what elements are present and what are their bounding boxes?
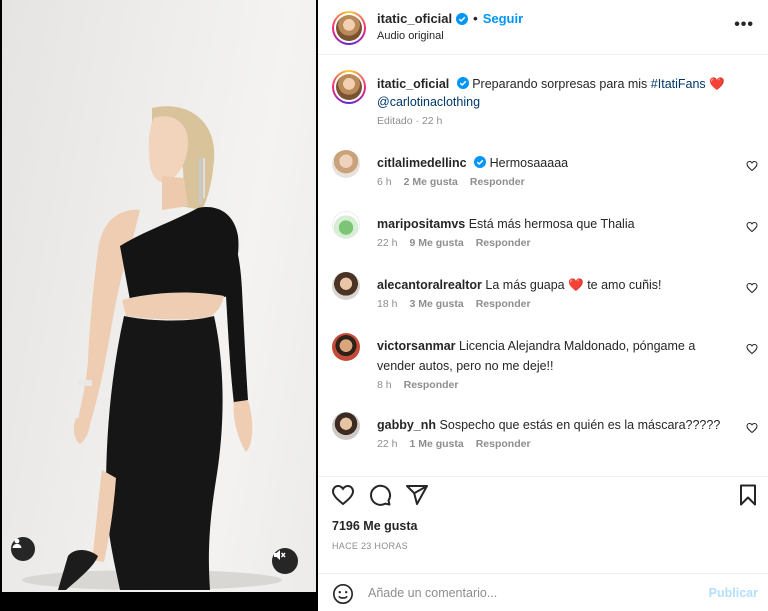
verified-badge-icon (456, 77, 469, 89)
comment-likes[interactable]: 3 Me gusta (409, 298, 463, 310)
more-options-button[interactable]: ••• (734, 16, 754, 34)
heart-outline-icon[interactable] (746, 160, 758, 172)
video-frame[interactable] (2, 0, 316, 592)
comment-text: citlalimedellinc Hermosaaaaa (377, 153, 727, 173)
heart-outline-icon[interactable] (746, 282, 758, 294)
commenter-avatar[interactable] (332, 272, 360, 300)
heart-outline-icon[interactable] (746, 221, 758, 233)
caption-body: Preparando sorpresas para mis (472, 77, 648, 91)
comment-text: gabby_nh Sospecho que estás en quién es … (377, 415, 727, 435)
reply-button[interactable]: Responder (476, 237, 531, 249)
post-side-panel: itatic_oficial • Seguir Audio original •… (318, 0, 768, 611)
comment-body: Hermosaaaaa (489, 156, 569, 170)
smiley-icon[interactable] (332, 583, 354, 605)
header-separator: • (473, 11, 478, 26)
follow-button[interactable]: Seguir (483, 11, 523, 26)
bookmark-icon[interactable] (736, 483, 760, 507)
comment-meta: 8 h Responder (377, 379, 458, 391)
commenter-avatar[interactable] (332, 150, 360, 178)
caption-text: itatic_oficial Preparando sorpresas para… (377, 75, 737, 111)
commenter-avatar[interactable] (332, 412, 360, 440)
post-header: itatic_oficial • Seguir Audio original •… (318, 0, 768, 55)
heart-outline-icon[interactable] (746, 422, 758, 434)
post-actions: 7196 Me gusta HACE 23 HORAS Publicar (318, 476, 768, 611)
comment-text: alecantoralrealtor La más guapa ❤️ te am… (377, 275, 727, 295)
comment-time: 6 h (377, 176, 392, 188)
speaker-muted-icon (274, 550, 286, 560)
publish-button[interactable]: Publicar (709, 586, 758, 600)
comment-time: 22 h (377, 438, 398, 450)
comment-meta: 22 h 1 Me gusta Responder (377, 438, 531, 450)
video-still (22, 106, 282, 590)
caption-username[interactable]: itatic_oficial (377, 77, 449, 91)
comment-body-end: te amo cuñis! (587, 278, 662, 292)
audio-label[interactable]: Audio original (377, 30, 444, 42)
post-media (0, 0, 318, 611)
caption-hashtag[interactable]: #ItatiFans (651, 77, 706, 91)
comment-text: maripositamvs Está más hermosa que Thali… (377, 214, 727, 234)
post-timestamp: HACE 23 HORAS (332, 541, 408, 551)
verified-badge-icon (474, 156, 487, 168)
author-avatar[interactable] (332, 11, 366, 45)
reply-button[interactable]: Responder (404, 379, 459, 391)
comment-username[interactable]: victorsanmar (377, 339, 456, 353)
comment-time: 8 h (377, 379, 392, 391)
user-tag-icon (12, 538, 22, 548)
add-comment-bar: Publicar (318, 573, 768, 611)
comment-meta: 22 h 9 Me gusta Responder (377, 237, 531, 249)
heart-outline-icon[interactable] (331, 483, 355, 507)
author-row: itatic_oficial • Seguir (377, 11, 523, 26)
comment-body: La más guapa (485, 278, 565, 292)
comment-meta: 6 h 2 Me gusta Responder (377, 176, 525, 188)
comment-likes[interactable]: 1 Me gusta (409, 438, 463, 450)
commenter-avatar[interactable] (332, 211, 360, 239)
comment-likes[interactable]: 2 Me gusta (404, 176, 458, 188)
commenter-avatar[interactable] (332, 333, 360, 361)
comment-time: 22 h (377, 237, 398, 249)
likes-count[interactable]: 7196 Me gusta (332, 519, 417, 533)
comment-username[interactable]: gabby_nh (377, 418, 436, 432)
caption-heart-emoji: ❤️ (709, 77, 725, 91)
caption-mention[interactable]: @carlotinaclothing (377, 95, 480, 109)
comment-body: Sospecho que estás en quién es la máscar… (439, 418, 721, 432)
verified-badge-icon (456, 12, 469, 25)
reply-button[interactable]: Responder (476, 438, 531, 450)
comment-username[interactable]: alecantoralrealtor (377, 278, 482, 292)
reply-button[interactable]: Responder (476, 298, 531, 310)
heart-outline-icon[interactable] (746, 343, 758, 355)
comment-bubble-icon[interactable] (368, 483, 392, 507)
comment-likes[interactable]: 9 Me gusta (409, 237, 463, 249)
comment-username[interactable]: citlalimedellinc (377, 156, 467, 170)
comments-section[interactable]: itatic_oficial Preparando sorpresas para… (318, 56, 768, 476)
caption-avatar[interactable] (332, 70, 366, 104)
tag-user-button[interactable] (11, 537, 35, 561)
comment-heart-emoji: ❤️ (568, 278, 584, 292)
reply-button[interactable]: Responder (470, 176, 525, 188)
caption-meta: Editado · 22 h (377, 115, 443, 127)
comment-text: victorsanmar Licencia Alejandra Maldonad… (377, 336, 727, 376)
comment-meta: 18 h 3 Me gusta Responder (377, 298, 531, 310)
comment-body: Está más hermosa que Thalia (468, 217, 635, 231)
comment-username[interactable]: maripositamvs (377, 217, 465, 231)
mute-toggle-button[interactable] (272, 548, 298, 574)
paper-plane-icon[interactable] (405, 483, 429, 507)
comment-time: 18 h (377, 298, 398, 310)
author-username[interactable]: itatic_oficial (377, 11, 452, 26)
comment-input[interactable] (368, 582, 698, 604)
